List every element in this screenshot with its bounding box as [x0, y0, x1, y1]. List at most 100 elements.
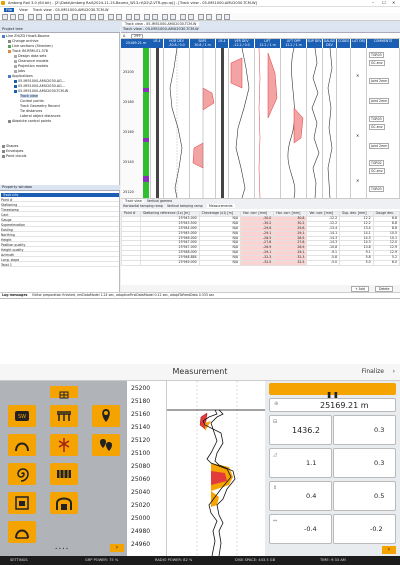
col-header[interactable]: LR-4 [151, 39, 164, 48]
tab-horizontal-tamping[interactable]: Horizontal tamping ramp [123, 204, 163, 208]
toolbar-button[interactable] [116, 14, 122, 20]
tree-item[interactable]: Envelopes [2, 149, 23, 153]
comment-tag[interactable]: TGR03 [369, 52, 384, 58]
col-header[interactable]: LAT OBJ [351, 39, 367, 48]
col-header[interactable]: COMMENTS [367, 39, 400, 48]
tree-item[interactable]: Change archive [8, 39, 39, 43]
col-header[interactable]: CODES [337, 39, 351, 48]
col-header[interactable]: GAUGE DEV [323, 39, 337, 48]
toolbar-button[interactable] [28, 14, 34, 20]
comment-tag[interactable]: GC.env [369, 168, 385, 174]
menu-trackview[interactable]: Track view - 05-IM51000-AMU2030-TCM-W [33, 8, 109, 12]
tree-item[interactable]: Shapes [2, 144, 18, 148]
tree-item[interactable]: 05-IM51000-AMU2030-TCM-W [14, 89, 68, 93]
toolbar-button[interactable] [152, 14, 158, 20]
next-page-button[interactable]: › [110, 544, 124, 552]
comment-tag[interactable]: TGR03 [369, 186, 384, 192]
tree-item[interactable]: Design data sets [14, 54, 46, 58]
toolbar-button[interactable] [126, 14, 132, 20]
tree-item[interactable]: Track Geometry Record [20, 104, 60, 108]
clearance-tool-button[interactable] [8, 492, 36, 514]
finalize-button[interactable]: Finalize [362, 368, 384, 375]
pause-button[interactable]: ❚❚ [269, 383, 396, 400]
toolbar-button[interactable] [224, 14, 230, 20]
col-header[interactable]: SNP1 30.8 / 1 m [190, 39, 216, 48]
toolbar-button[interactable] [62, 14, 68, 20]
tree-item[interactable]: Lateral object distances [20, 114, 61, 118]
tree-item[interactable]: Projection models [14, 64, 48, 68]
comment-tag[interactable]: GC.env [369, 60, 385, 66]
tree-item[interactable]: Track IM-RRM-01-378 [8, 49, 48, 53]
toolbar-button[interactable] [134, 14, 140, 20]
tree-item[interactable]: Applications [8, 74, 33, 78]
close-icon[interactable]: ✕ [392, 0, 395, 5]
crossing-tool-button[interactable] [50, 463, 78, 485]
toolbar-button[interactable] [98, 14, 104, 20]
hor-dev-plot [169, 48, 183, 198]
comment-tag[interactable]: Joint 2mm [369, 78, 390, 84]
menu-view[interactable]: View [19, 8, 28, 12]
tree-item[interactable]: 05-IM51000-AMU2030-AG... [14, 84, 65, 88]
comment-tag[interactable]: TGR02 [369, 160, 384, 166]
col-header[interactable]: SUP DEV [307, 39, 323, 48]
chevron-right-icon[interactable]: › [393, 368, 395, 375]
location-tool-button[interactable] [92, 434, 120, 456]
toolbar-button[interactable] [108, 14, 114, 20]
maximize-icon[interactable]: ☐ [382, 0, 386, 5]
toolbar-button[interactable] [2, 14, 8, 20]
toolbar-button[interactable] [170, 14, 176, 20]
toolbar-button[interactable] [10, 14, 16, 20]
toolbar-button[interactable] [72, 14, 78, 20]
comment-tag[interactable]: TGR03 [369, 116, 384, 122]
grid-tool-button[interactable] [50, 386, 78, 399]
toolbar-button[interactable] [36, 14, 42, 20]
toolbar-button[interactable] [90, 14, 96, 20]
spiral-tool-button[interactable] [8, 463, 36, 485]
settings-status[interactable]: SETTINGS [10, 556, 28, 565]
minimize-icon[interactable]: – [372, 0, 374, 5]
toolbar-button[interactable] [216, 14, 222, 20]
level-tool-button[interactable] [8, 521, 36, 543]
tree-item[interactable]: 05-IM51000-AMU2030-AG... [14, 79, 65, 83]
comment-tag[interactable]: GC.env [369, 124, 385, 130]
table-row[interactable]: 25'949.000 N/A -32.5 32.5 -5.0 5.0 6.0 [121, 260, 400, 266]
tab-vertical-tamping[interactable]: Vertical tamping ramp [167, 204, 203, 208]
toolbar-button[interactable] [162, 14, 168, 20]
tunnel-tool-button[interactable] [50, 492, 78, 514]
comment-tag[interactable]: Joint 2mm [369, 143, 390, 149]
toolbar-button[interactable] [206, 14, 212, 20]
col-header[interactable]: VER DEV -12.2 / 0.0 [229, 39, 255, 48]
toolbar-button[interactable] [80, 14, 86, 20]
toolbar-button[interactable] [46, 14, 52, 20]
tree-item[interactable]: Jobs [14, 69, 25, 73]
tree-item[interactable]: Control points [20, 99, 44, 103]
toolbar-button[interactable] [198, 14, 204, 20]
tree-item[interactable]: Point clouds [2, 154, 26, 158]
value-box: -0.2 [333, 514, 396, 544]
col-header[interactable]: LR-4 [216, 39, 229, 48]
tree-item[interactable]: Line sections (Strecken) [8, 44, 53, 48]
toolbar-button[interactable] [144, 14, 150, 20]
tree-item[interactable]: Tie distances [20, 109, 42, 113]
toolbar-button[interactable] [180, 14, 186, 20]
toolbar-button[interactable] [188, 14, 194, 20]
tab-measurements[interactable]: Measurements [207, 204, 235, 208]
tree-item[interactable]: Clearance models [14, 59, 48, 63]
pin-tool-button[interactable] [92, 405, 120, 427]
tree-item[interactable]: Line ZH/ZD Hinwil-Baume [2, 34, 50, 38]
tab-track-view[interactable]: Track view - 05-IM51000-AMU2030-TCM-W [122, 22, 200, 26]
menu-file[interactable]: File [4, 8, 15, 12]
tree-item-selected[interactable]: Track view [20, 94, 38, 98]
col-header[interactable]: LIFT OPP 12.2 / 1 m [281, 39, 307, 48]
arc-tool-button[interactable] [8, 434, 36, 456]
bridge-tool-button[interactable] [50, 405, 78, 427]
tree-item[interactable]: Absolute control points [8, 119, 51, 123]
toolbar-button[interactable] [18, 14, 24, 20]
toolbar-button[interactable] [54, 14, 60, 20]
switch-tool-button[interactable]: SW [8, 405, 36, 427]
comment-tag[interactable]: Joint 2mm [369, 98, 390, 104]
col-header[interactable]: LIFT 12.2 / 1 m [255, 39, 281, 48]
next-values-button[interactable]: › [382, 546, 396, 554]
signal-tool-button[interactable] [50, 434, 78, 456]
col-header[interactable]: HOR DEV -30.8 / 0.0 [164, 39, 190, 48]
